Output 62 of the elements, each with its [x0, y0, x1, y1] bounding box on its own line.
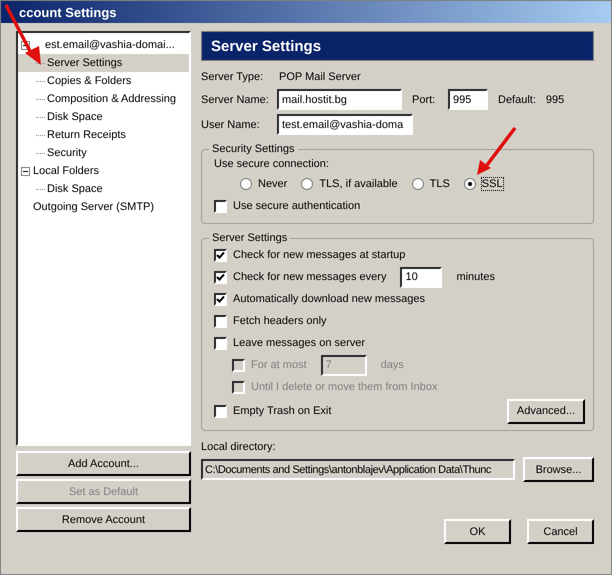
panel-header: Server Settings [201, 31, 594, 61]
tree-item[interactable]: Local Folders [18, 162, 189, 180]
tree-item[interactable]: Outgoing Server (SMTP) [18, 198, 189, 216]
group-title: Server Settings [211, 232, 288, 244]
radio-button[interactable] [301, 178, 314, 190]
tree-item[interactable]: Server Settings [18, 54, 189, 72]
window-title: ccount Settings [1, 1, 611, 23]
directory-field[interactable]: C:\Documents and Settings\antonblajev\Application Data\Thunc [201, 459, 515, 480]
checkbox-label: Automatically download new messages [233, 293, 425, 305]
radio-button[interactable] [464, 178, 476, 190]
field-label: User Name: [201, 118, 261, 130]
tree-item[interactable]: Composition & Addressing [18, 90, 189, 108]
field-label: Use secure connection: [214, 158, 329, 170]
dialog-button[interactable]: Cancel [527, 519, 594, 544]
tree-item[interactable]: est.email@vashia-domai... [18, 36, 189, 54]
checkbox[interactable] [214, 270, 227, 284]
checkbox[interactable] [214, 314, 227, 328]
radio-label: SSL [482, 178, 503, 190]
checkbox[interactable] [214, 336, 227, 350]
advanced-button[interactable]: Advanced... [506, 398, 585, 424]
checkbox[interactable] [214, 292, 227, 306]
field-label: Local directory: [201, 441, 277, 455]
checkbox-label: Check for new messages every [233, 271, 386, 283]
dialog-button[interactable]: OK [444, 519, 511, 544]
radio-label: Never [258, 178, 288, 190]
field-label: Server Name: [201, 94, 270, 106]
checkbox-label: Empty Trash on Exit [233, 405, 332, 417]
user-name-field[interactable]: test.email@vashia-doma [277, 114, 413, 135]
checkbox-label: Until I delete or move them from Inbox [251, 381, 438, 393]
server-type: POP Mail Server [279, 71, 361, 83]
tree-item[interactable]: Security [18, 144, 189, 162]
tree-item[interactable]: Disk Space [18, 108, 189, 126]
radio-label: TLS, if available [319, 178, 398, 190]
server-name-field[interactable]: mail.hostit.bg [277, 89, 402, 110]
tree-item[interactable]: Disk Space [18, 180, 189, 198]
tree-item[interactable]: Copies & Folders [18, 72, 189, 90]
tree-item[interactable]: Return Receipts [18, 126, 189, 144]
checkbox[interactable] [214, 248, 227, 262]
radio-button[interactable] [412, 178, 424, 190]
radio-button[interactable] [240, 178, 252, 190]
checkbox-label: Fetch headers only [233, 315, 327, 327]
number-field[interactable]: 10 [400, 266, 442, 288]
checkbox[interactable] [214, 200, 227, 212]
annotation-arrow [475, 125, 519, 177]
field-label: Default: [498, 94, 536, 106]
radio-label: TLS [430, 178, 450, 190]
unit-label: minutes [456, 271, 495, 283]
default-port: 995 [546, 94, 564, 106]
browse-button[interactable]: Browse... [523, 457, 594, 482]
checkbox-label: Check for new messages at startup [233, 249, 406, 261]
account-button[interactable]: Remove Account [16, 507, 191, 532]
collapse-icon[interactable] [21, 166, 30, 176]
account-button[interactable]: Add Account... [16, 451, 191, 476]
field-label: Port: [412, 94, 436, 106]
field-label: Server Type: [201, 71, 264, 83]
checkbox-label: For at most [251, 359, 307, 371]
checkbox-label: Leave messages on server [233, 337, 366, 349]
checkbox-label: Use secure authentication [233, 200, 360, 212]
checkbox[interactable] [214, 404, 227, 418]
unit-label: days [380, 359, 404, 371]
group-title: Security Settings [211, 143, 296, 155]
port-field[interactable]: 995 [448, 89, 488, 110]
